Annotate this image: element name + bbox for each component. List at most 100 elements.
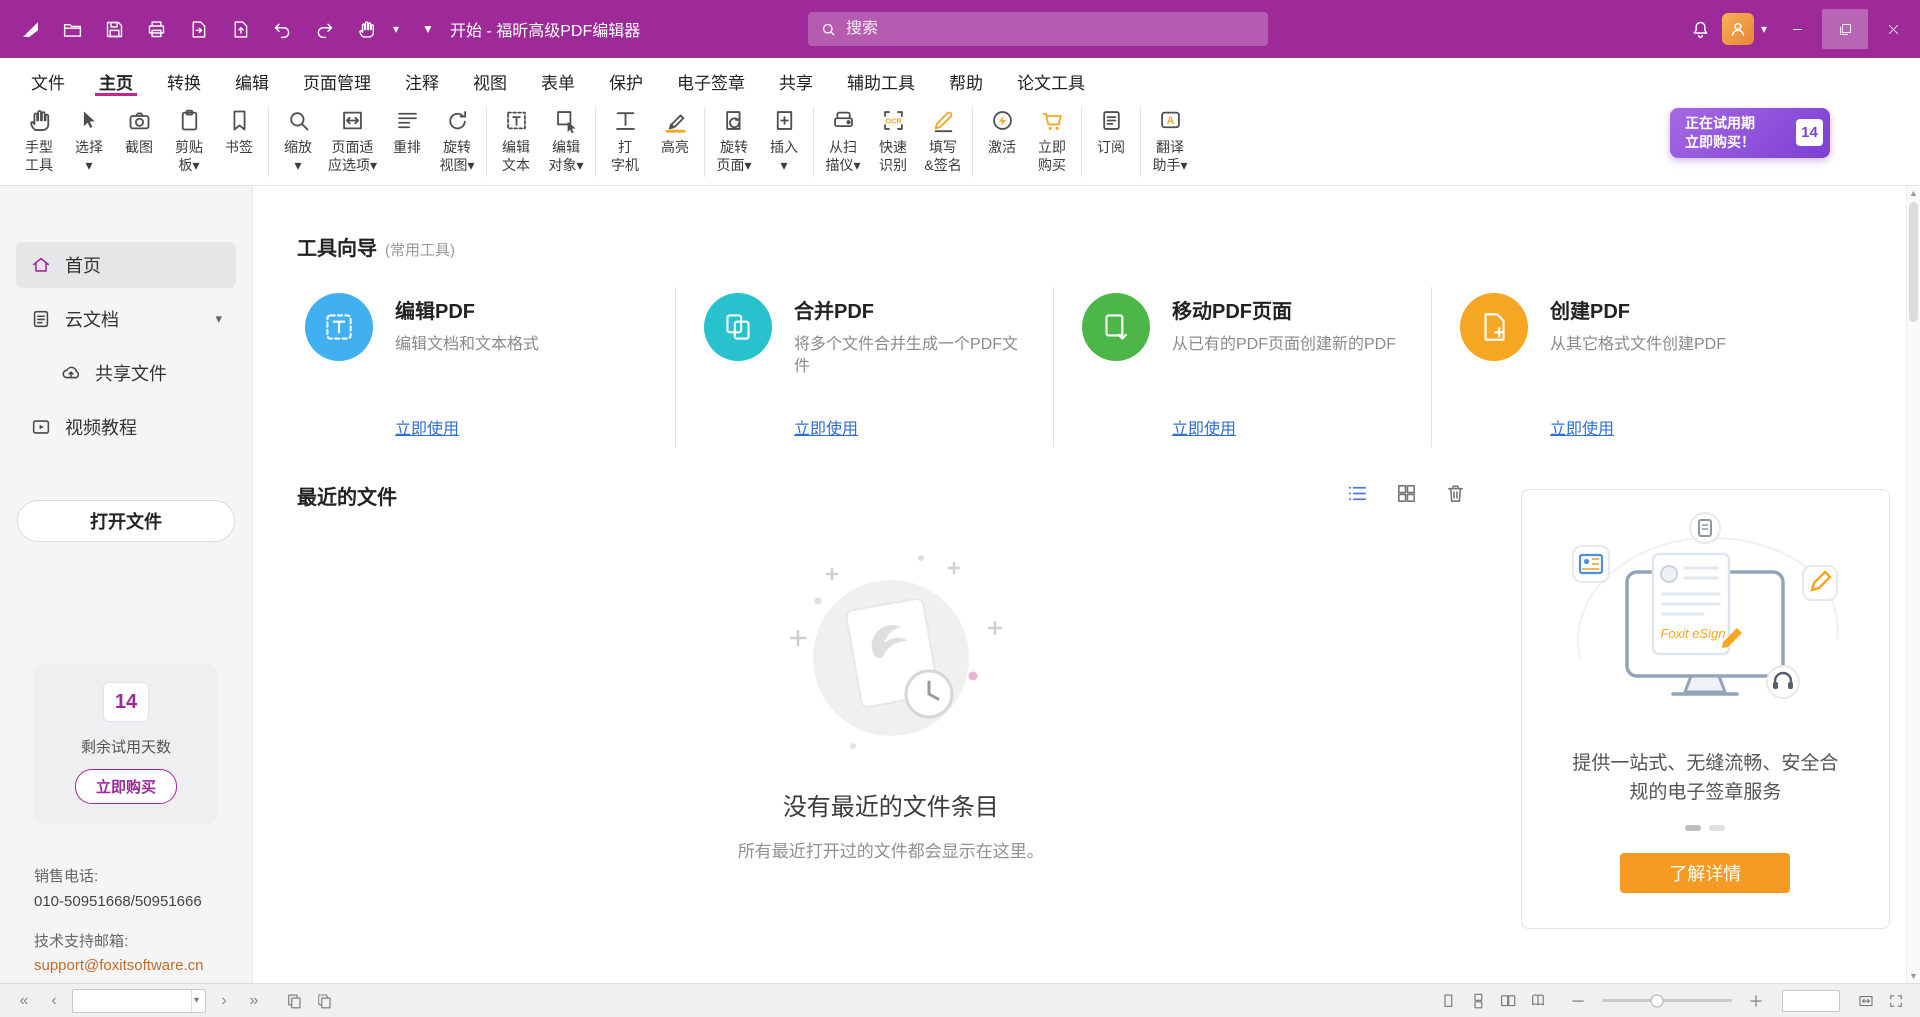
use-now-link[interactable]: 立即使用 bbox=[395, 415, 459, 439]
search-bar[interactable] bbox=[808, 12, 1268, 46]
close-button[interactable] bbox=[1870, 9, 1916, 49]
menu-item-paper-tools[interactable]: 论文工具 bbox=[1000, 58, 1102, 96]
zoom-slider-thumb[interactable] bbox=[1650, 994, 1663, 1007]
tool-rotate-view[interactable]: 旋转 视图▾ bbox=[432, 103, 482, 176]
save-button[interactable] bbox=[94, 9, 134, 49]
zoom-input[interactable] bbox=[1783, 991, 1839, 1011]
page-dropdown-icon[interactable]: ▾ bbox=[191, 990, 201, 1012]
create-pdf-button[interactable] bbox=[220, 9, 260, 49]
use-now-link[interactable]: 立即使用 bbox=[1550, 415, 1614, 439]
next-page-button[interactable]: › bbox=[212, 989, 236, 1013]
menu-item-esign[interactable]: 电子签章 bbox=[660, 58, 762, 96]
tool-edit-object[interactable]: 编辑 对象▾ bbox=[541, 103, 591, 176]
carousel-dot[interactable] bbox=[1685, 825, 1701, 831]
search-input[interactable] bbox=[846, 20, 1256, 38]
tool-activate[interactable]: 激活 bbox=[977, 103, 1027, 158]
menu-item-convert[interactable]: 转换 bbox=[150, 58, 218, 96]
tool-quick-ocr[interactable]: OCR快速 识别 bbox=[868, 103, 918, 176]
learn-more-button[interactable]: 了解详情 bbox=[1620, 853, 1790, 893]
use-now-link[interactable]: 立即使用 bbox=[1172, 415, 1236, 439]
tool-fit-options[interactable]: 页面适 应选项▾ bbox=[323, 103, 382, 176]
tool-highlight[interactable]: 高亮 bbox=[650, 103, 700, 158]
tool-select[interactable]: 选择 ▾ bbox=[64, 103, 114, 176]
card-create-pdf[interactable]: 创建PDF 从其它格式文件创建PDF 立即使用 bbox=[1431, 287, 1809, 447]
menu-item-share[interactable]: 共享 bbox=[762, 58, 830, 96]
undo-button[interactable] bbox=[262, 9, 302, 49]
tool-hand[interactable]: 手型 工具 bbox=[14, 103, 64, 176]
customize-toolbar-icon[interactable]: ▼ bbox=[420, 22, 436, 36]
list-view-button[interactable] bbox=[1346, 482, 1369, 510]
tool-fill-sign[interactable]: 填写 &签名 bbox=[918, 103, 968, 176]
book-view-button[interactable] bbox=[1526, 989, 1550, 1013]
restore-button[interactable] bbox=[1822, 9, 1868, 49]
trial-buy-button[interactable]: 立即购买 bbox=[75, 769, 177, 804]
user-avatar[interactable] bbox=[1722, 13, 1754, 45]
hand-tool-dropdown-icon[interactable]: ▾ bbox=[388, 22, 404, 36]
menu-item-accessibility[interactable]: 辅助工具 bbox=[830, 58, 932, 96]
sidebar-item-video-tutorials[interactable]: 视频教程 bbox=[16, 404, 236, 450]
facing-view-button[interactable] bbox=[1496, 989, 1520, 1013]
card-move-pdf-pages[interactable]: 移动PDF页面 从已有的PDF页面创建新的PDF 立即使用 bbox=[1053, 287, 1431, 447]
first-page-button[interactable]: « bbox=[12, 989, 36, 1013]
print-button[interactable] bbox=[136, 9, 176, 49]
trial-buy-banner[interactable]: 正在试用期 立即购买！ 14 bbox=[1670, 108, 1830, 158]
tool-snapshot[interactable]: 截图 bbox=[114, 103, 164, 158]
page-number-box[interactable]: ▾ bbox=[72, 989, 206, 1013]
open-file-button[interactable]: 打开文件 bbox=[17, 500, 235, 542]
zoom-slider[interactable] bbox=[1602, 999, 1732, 1002]
account-dropdown-icon[interactable]: ▾ bbox=[1756, 22, 1772, 36]
tool-buy-now[interactable]: 立即 购买 bbox=[1027, 103, 1077, 176]
previous-page-button[interactable]: ‹ bbox=[42, 989, 66, 1013]
use-now-link[interactable]: 立即使用 bbox=[794, 415, 858, 439]
menu-item-comment[interactable]: 注释 bbox=[388, 58, 456, 96]
zoom-in-button[interactable] bbox=[1744, 989, 1768, 1013]
grid-view-button[interactable] bbox=[1395, 482, 1418, 510]
trash-button[interactable] bbox=[1444, 482, 1467, 510]
carousel-dot[interactable] bbox=[1709, 825, 1725, 831]
menu-item-form[interactable]: 表单 bbox=[524, 58, 592, 96]
tool-insert-pages[interactable]: 插入 ▾ bbox=[759, 103, 809, 176]
support-email-link[interactable]: support@foxitsoftware.cn bbox=[34, 955, 203, 977]
tool-from-scanner[interactable]: 从扫 描仪▾ bbox=[818, 103, 868, 176]
menu-item-protect[interactable]: 保护 bbox=[592, 58, 660, 96]
zoom-out-button[interactable] bbox=[1566, 989, 1590, 1013]
export-pdf-button[interactable] bbox=[178, 9, 218, 49]
fullscreen-button[interactable] bbox=[1884, 989, 1908, 1013]
tool-bookmark[interactable]: 书签 bbox=[214, 103, 264, 158]
menu-item-file[interactable]: 文件 bbox=[14, 58, 82, 96]
chevron-down-icon[interactable]: ▾ bbox=[215, 311, 222, 327]
hand-tool-quick-button[interactable] bbox=[346, 9, 386, 49]
zoom-value-box[interactable] bbox=[1782, 990, 1840, 1012]
continuous-view-button[interactable] bbox=[1466, 989, 1490, 1013]
tool-clipboard[interactable]: 剪贴 板▾ bbox=[164, 103, 214, 176]
tool-subscribe[interactable]: 订阅 bbox=[1086, 103, 1136, 158]
copy-pages-button[interactable] bbox=[312, 989, 336, 1013]
tool-rotate-pages[interactable]: 旋转 页面▾ bbox=[709, 103, 759, 176]
menu-item-view[interactable]: 视图 bbox=[456, 58, 524, 96]
minimize-button[interactable] bbox=[1774, 9, 1820, 49]
scroll-up-icon[interactable]: ▲ bbox=[1909, 188, 1918, 198]
menu-item-edit[interactable]: 编辑 bbox=[218, 58, 286, 96]
sidebar-item-shared-files[interactable]: 共享文件 bbox=[16, 350, 236, 396]
sidebar-item-home[interactable]: 首页 bbox=[16, 242, 236, 288]
single-page-view-button[interactable] bbox=[1436, 989, 1460, 1013]
tool-typewriter[interactable]: 打 字机 bbox=[600, 103, 650, 176]
menu-item-help[interactable]: 帮助 bbox=[932, 58, 1000, 96]
last-page-button[interactable]: » bbox=[242, 989, 266, 1013]
menu-item-page-management[interactable]: 页面管理 bbox=[286, 58, 388, 96]
fit-width-button[interactable] bbox=[1854, 989, 1878, 1013]
scroll-down-icon[interactable]: ▼ bbox=[1909, 971, 1918, 981]
redo-button[interactable] bbox=[304, 9, 344, 49]
snapshot-pages-button[interactable] bbox=[282, 989, 306, 1013]
tool-reflow[interactable]: 重排 bbox=[382, 103, 432, 158]
menu-item-home[interactable]: 主页 bbox=[82, 58, 150, 96]
card-edit-pdf[interactable]: 编辑PDF 编辑文档和文本格式 立即使用 bbox=[297, 287, 675, 447]
notifications-bell-icon[interactable] bbox=[1680, 9, 1720, 49]
tool-edit-text[interactable]: 编辑 文本 bbox=[491, 103, 541, 176]
vertical-scrollbar[interactable]: ▲ ▼ bbox=[1906, 186, 1920, 983]
card-merge-pdf[interactable]: 合并PDF 将多个文件合并生成一个PDF文件 立即使用 bbox=[675, 287, 1053, 447]
page-input[interactable] bbox=[77, 993, 191, 1009]
open-folder-button[interactable] bbox=[52, 9, 92, 49]
tool-zoom[interactable]: 缩放 ▾ bbox=[273, 103, 323, 176]
scrollbar-thumb[interactable] bbox=[1909, 202, 1918, 322]
